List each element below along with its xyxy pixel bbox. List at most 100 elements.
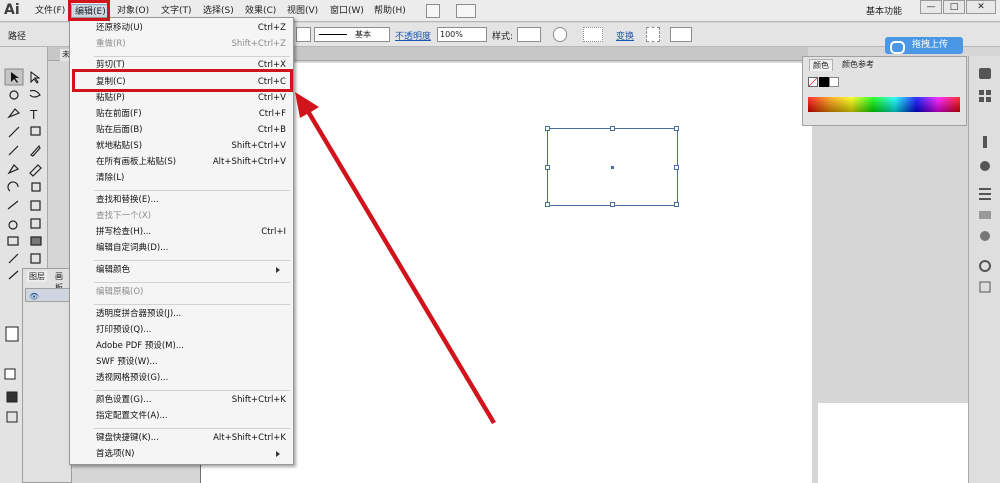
tab-color[interactable]: 颜色	[809, 59, 833, 71]
app-logo: Ai	[4, 2, 20, 18]
close-button[interactable]: ✕	[966, 0, 996, 14]
eye-icon[interactable]: 👁	[29, 292, 39, 301]
separator	[94, 190, 290, 191]
menu-item-color-settings[interactable]: 颜色设置(G)... Shift+Ctrl+K	[96, 393, 286, 408]
stroke-line-icon	[319, 34, 347, 35]
menu-item-label: 编辑自定词典(D)...	[96, 243, 169, 253]
stroke-profile-label: 基本	[355, 30, 371, 39]
menu-item-paste-in-place[interactable]: 就地粘贴(S) Shift+Ctrl+V	[96, 139, 286, 154]
tab-layers[interactable]: 图层	[27, 271, 47, 282]
annotation-highlight-edit-menu	[68, 0, 110, 21]
menu-item-label: 查找下一个(X)	[96, 211, 151, 221]
menu-item-transparency-flattener[interactable]: 透明度拼合器预设(J)...	[96, 307, 286, 322]
menu-item-redo[interactable]: 重做(R) Shift+Ctrl+Z	[96, 37, 286, 52]
stroke-weight-stepper[interactable]	[296, 27, 311, 42]
resize-handle[interactable]	[610, 202, 615, 207]
shortcut: Shift+Ctrl+Z	[231, 39, 286, 49]
menu-item-pdf-presets[interactable]: Adobe PDF 预设(M)...	[96, 339, 286, 354]
menu-file[interactable]: 文件(F)	[32, 4, 68, 19]
menu-item-label: 键盘快捷键(K)...	[96, 433, 159, 443]
workspace-switcher[interactable]: 基本功能	[866, 4, 902, 17]
menu-item-label: 首选项(N)	[96, 449, 135, 459]
dock-icons	[979, 68, 991, 293]
shortcut: Alt+Shift+Ctrl+V	[212, 157, 286, 167]
menu-item-perspective-grid-presets[interactable]: 透视网格预设(G)...	[96, 371, 286, 386]
style-label: 样式:	[492, 32, 514, 42]
bridge-icon[interactable]	[426, 4, 440, 18]
menu-item-label: 重做(R)	[96, 39, 126, 49]
resize-handle[interactable]	[610, 126, 615, 131]
separator	[94, 390, 290, 391]
shortcut: Ctrl+B	[257, 125, 286, 135]
menu-item-paste-in-front[interactable]: 贴在前面(F) Ctrl+F	[96, 107, 286, 122]
menu-help[interactable]: 帮助(H)	[371, 4, 409, 19]
menu-item-label: 查找和替换(E)...	[96, 195, 159, 205]
menu-item-label: 透视网格预设(G)...	[96, 373, 169, 383]
resize-handle[interactable]	[545, 202, 550, 207]
menu-item-label: 拼写检查(H)...	[96, 227, 152, 237]
separator	[94, 304, 290, 305]
menu-item-clear[interactable]: 清除(L)	[96, 171, 286, 186]
menu-item-label: 透明度拼合器预设(J)...	[96, 309, 182, 319]
recolor-icon[interactable]	[553, 27, 567, 42]
resize-handle[interactable]	[545, 126, 550, 131]
menu-item-label: 打印预设(Q)...	[96, 325, 152, 335]
menu-item-find-replace[interactable]: 查找和替换(E)...	[96, 193, 286, 208]
annotation-highlight-copy-item	[72, 69, 293, 92]
menu-item-swf-presets[interactable]: SWF 预设(W)...	[96, 355, 286, 370]
isolate-icon[interactable]	[646, 27, 660, 42]
none-swatch[interactable]	[808, 77, 818, 87]
menu-item-edit-dictionary[interactable]: 编辑自定词典(D)...	[96, 241, 286, 256]
shortcut: Alt+Shift+Ctrl+K	[213, 433, 286, 443]
menu-item-label: 就地粘贴(S)	[96, 141, 143, 151]
opacity-link[interactable]: 不透明度	[395, 29, 431, 42]
graphic-style-select[interactable]	[517, 27, 541, 42]
menu-item-label: 清除(L)	[96, 173, 125, 183]
menu-item-paste[interactable]: 粘贴(P) Ctrl+V	[96, 91, 286, 106]
maximize-button[interactable]: □	[943, 0, 965, 14]
menu-item-print-presets[interactable]: 打印预设(Q)...	[96, 323, 286, 338]
stroke-profile-select[interactable]: 基本	[314, 27, 390, 42]
resize-handle[interactable]	[674, 202, 679, 207]
menu-item-label: 贴在前面(F)	[96, 109, 142, 119]
menu-item-undo[interactable]: 还原移动(U) Ctrl+Z	[96, 21, 286, 36]
resize-handle[interactable]	[674, 126, 679, 131]
menu-window[interactable]: 窗口(W)	[327, 4, 367, 19]
menu-item-label: Adobe PDF 预设(M)...	[96, 341, 184, 351]
color-spectrum[interactable]	[808, 97, 960, 112]
menu-item-edit-original[interactable]: 编辑原稿(O)	[96, 285, 286, 300]
selected-rectangle[interactable]	[545, 126, 679, 207]
menu-item-label: 还原移动(U)	[96, 23, 143, 33]
shortcut: Ctrl+Z	[257, 23, 286, 33]
align-icon[interactable]	[583, 27, 603, 42]
menu-item-label: 指定配置文件(A)...	[96, 411, 168, 421]
menu-item-keyboard-shortcuts[interactable]: 键盘快捷键(K)... Alt+Shift+Ctrl+K	[96, 431, 286, 446]
arrange-documents-icon[interactable]	[456, 4, 476, 18]
menu-item-preferences[interactable]: 首选项(N)	[96, 447, 286, 462]
menu-item-find-next[interactable]: 查找下一个(X)	[96, 209, 286, 224]
menu-item-assign-profile[interactable]: 指定配置文件(A)...	[96, 409, 286, 424]
opacity-input[interactable]: 100%	[437, 27, 487, 42]
center-point	[611, 166, 614, 169]
transform-link[interactable]: 变换	[616, 29, 634, 42]
layers-panel: 图层 画板 👁	[22, 268, 72, 483]
separator	[94, 428, 290, 429]
submenu-arrow-icon	[276, 267, 280, 273]
separator	[94, 260, 290, 261]
menu-item-paste-in-back[interactable]: 贴在后面(B) Ctrl+B	[96, 123, 286, 138]
menu-item-paste-all-artboards[interactable]: 在所有画板上粘贴(S) Alt+Shift+Ctrl+V	[96, 155, 286, 170]
resize-handle[interactable]	[674, 165, 679, 170]
shortcut: Ctrl+V	[257, 93, 286, 103]
menu-item-edit-colors[interactable]: 编辑颜色	[96, 263, 286, 278]
right-dock	[968, 56, 1000, 483]
panel-options-icon[interactable]	[670, 27, 692, 42]
minimize-button[interactable]: —	[920, 0, 942, 14]
menu-item-spell-check[interactable]: 拼写检查(H)... Ctrl+I	[96, 225, 286, 240]
resize-handle[interactable]	[545, 165, 550, 170]
black-swatch[interactable]	[819, 77, 829, 87]
upload-button[interactable]: 拖拽上传	[885, 37, 963, 54]
tab-color-guide[interactable]: 颜色参考	[839, 59, 877, 70]
white-swatch[interactable]	[829, 77, 839, 87]
shortcut: Ctrl+F	[258, 109, 286, 119]
layer-row[interactable]: 👁	[25, 288, 71, 302]
